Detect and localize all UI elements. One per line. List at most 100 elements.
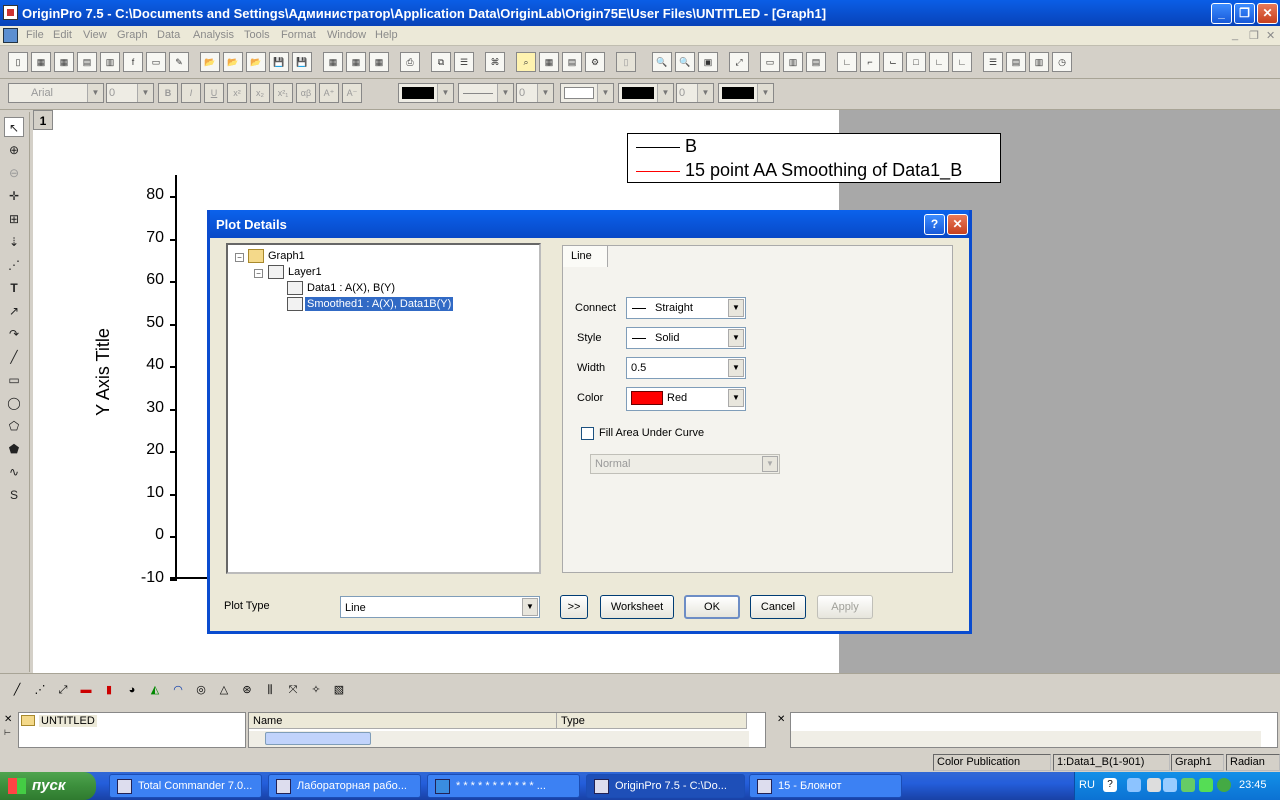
rectangle-tool-icon[interactable]: ▭ <box>4 370 24 390</box>
italic-button[interactable]: I <box>181 83 201 103</box>
menu-view[interactable]: View <box>83 29 107 41</box>
rescale-icon[interactable]: ⤢ <box>729 52 749 72</box>
bold-button[interactable]: B <box>158 83 178 103</box>
plot-tree[interactable]: − Graph1 − Layer1 Data1 : A(X), B(Y) Smo… <box>226 243 541 574</box>
restore-button[interactable]: ❐ <box>1234 3 1255 24</box>
window-list-pane[interactable]: Name Type <box>248 712 766 748</box>
add-top-x-icon[interactable]: ▤ <box>806 52 826 72</box>
graph-doc-icon[interactable] <box>3 28 18 43</box>
layer-icon[interactable]: 1 <box>33 110 53 130</box>
double-y-plot-icon[interactable]: ✧ <box>306 680 326 700</box>
new-notes-icon[interactable]: ✎ <box>169 52 189 72</box>
timer-icon[interactable]: ◷ <box>1052 52 1072 72</box>
menu-window[interactable]: Window <box>327 29 366 41</box>
smith-chart-icon[interactable]: ⊛ <box>237 680 257 700</box>
supersubscript-button[interactable]: x²₁ <box>273 83 293 103</box>
zoom-in-tool-icon[interactable]: ⊕ <box>4 140 24 160</box>
tree-layer1[interactable]: Layer1 <box>288 266 322 278</box>
add-layer-icon[interactable]: ▭ <box>760 52 780 72</box>
new-matrix-icon[interactable]: ▥ <box>100 52 120 72</box>
import-ascii-icon[interactable]: ▦ <box>323 52 343 72</box>
subscript-button[interactable]: x₂ <box>250 83 270 103</box>
axis-left-icon[interactable]: ∟ <box>837 52 857 72</box>
template-library-icon[interactable]: ▧ <box>329 680 349 700</box>
tab-line[interactable]: Line <box>562 245 608 267</box>
region-tool-icon[interactable]: ⬟ <box>4 439 24 459</box>
language-indicator[interactable]: RU <box>1079 779 1095 791</box>
layer-management-icon[interactable]: ▤ <box>1006 52 1026 72</box>
font-select[interactable]: Arial ▼ <box>8 83 104 103</box>
connect-select[interactable]: Straight ▼ <box>626 297 746 319</box>
merge-graphs-icon[interactable]: ▥ <box>1029 52 1049 72</box>
new-function-icon[interactable]: f <box>123 52 143 72</box>
width-select[interactable]: 0.5 ▼ <box>626 357 746 379</box>
bar-plot-icon[interactable]: ▬ <box>76 680 96 700</box>
menu-file[interactable]: File <box>26 29 44 41</box>
col-type-header[interactable]: Type <box>557 713 747 729</box>
open-template-icon[interactable]: 📂 <box>223 52 243 72</box>
help-tray-icon[interactable]: ? <box>1103 778 1117 792</box>
tree-data1[interactable]: Data1 : A(X), B(Y) <box>307 282 395 294</box>
close-button[interactable]: ✕ <box>1257 3 1278 24</box>
legend-box[interactable]: B 15 point AA Smoothing of Data1_B <box>627 133 1001 183</box>
results-scrollbar[interactable] <box>791 731 1261 747</box>
polyline-tool-icon[interactable]: ⬠ <box>4 416 24 436</box>
circle-tool-icon[interactable]: ◯ <box>4 393 24 413</box>
duplicate-icon[interactable]: ⧉ <box>431 52 451 72</box>
minimize-button[interactable]: _ <box>1211 3 1232 24</box>
scrollbar-thumb[interactable] <box>265 732 371 745</box>
back-arrow-icon[interactable] <box>1127 778 1141 792</box>
line-style-select[interactable]: ▼ <box>458 83 514 103</box>
import-wizard-icon[interactable]: ▦ <box>369 52 389 72</box>
line-width-select[interactable]: 0 ▼ <box>516 83 554 103</box>
superscript-button[interactable]: x² <box>227 83 247 103</box>
underline-button[interactable]: U <box>204 83 224 103</box>
menu-help[interactable]: Help <box>375 29 398 41</box>
security-icon[interactable] <box>1217 778 1231 792</box>
fill-area-checkbox[interactable] <box>581 427 594 440</box>
scatter-plot-icon[interactable]: ⋰ <box>30 680 50 700</box>
zoom-out-tool-icon[interactable]: ⊖ <box>4 163 24 183</box>
vector-plot-icon[interactable]: ⫼ <box>260 680 280 700</box>
start-button[interactable]: пуск <box>0 772 96 800</box>
new-graph-icon[interactable]: ▤ <box>77 52 97 72</box>
tree-graph1[interactable]: Graph1 <box>268 250 305 262</box>
line-symbol-plot-icon[interactable]: ⤢ <box>53 680 73 700</box>
symbol-size-select[interactable]: 0 ▼ <box>676 83 714 103</box>
project-explorer-icon[interactable]: ⌘ <box>485 52 505 72</box>
zoom-plot-icon[interactable]: ⤧ <box>283 680 303 700</box>
axis-box-icon[interactable]: □ <box>906 52 926 72</box>
save-template-icon[interactable]: 💾 <box>292 52 312 72</box>
custom-routine-icon[interactable]: ⚙ <box>585 52 605 72</box>
collapse-icon[interactable]: − <box>254 269 263 278</box>
curved-arrow-icon[interactable]: ↷ <box>4 324 24 344</box>
save-project-icon[interactable]: 💾 <box>269 52 289 72</box>
menu-format[interactable]: Format <box>281 29 316 41</box>
font-size-select[interactable]: 0 ▼ <box>106 83 154 103</box>
menu-tools[interactable]: Tools <box>244 29 270 41</box>
help-icon[interactable]: ? <box>924 214 945 235</box>
device-icon[interactable] <box>1147 778 1161 792</box>
tray-app-icon[interactable] <box>1181 778 1195 792</box>
add-right-y-icon[interactable]: ▥ <box>783 52 803 72</box>
new-project-icon[interactable]: ▯ <box>8 52 28 72</box>
mdi-close-icon[interactable]: ✕ <box>1266 29 1275 42</box>
results-pane[interactable] <box>790 712 1278 748</box>
line-color-select[interactable]: ▼ <box>398 83 454 103</box>
print-icon[interactable]: ⎙ <box>400 52 420 72</box>
color-select[interactable]: Red ▼ <box>626 387 746 411</box>
new-worksheet-icon[interactable]: ▦ <box>31 52 51 72</box>
pe-pin-icon[interactable]: ⊢ <box>4 728 11 737</box>
ternary-plot-icon[interactable]: △ <box>214 680 234 700</box>
task-ie[interactable]: * * * * * * * * * * * ... <box>427 774 580 798</box>
column-plot-icon[interactable]: ▮ <box>99 680 119 700</box>
arrow-tool-icon[interactable]: ↗ <box>4 301 24 321</box>
y-axis-title[interactable]: Y Axis Title <box>93 307 117 437</box>
cancel-button[interactable]: Cancel <box>750 595 806 619</box>
flower-icon[interactable] <box>1199 778 1213 792</box>
data-selector-icon[interactable]: ⇣ <box>4 232 24 252</box>
greek-button[interactable]: αβ <box>296 83 316 103</box>
tree-smoothed1[interactable]: Smoothed1 : A(X), Data1B(Y) <box>305 297 454 311</box>
mdi-restore-icon[interactable]: ❐ <box>1249 29 1259 42</box>
axis-insert-icon[interactable]: ∟ <box>952 52 972 72</box>
